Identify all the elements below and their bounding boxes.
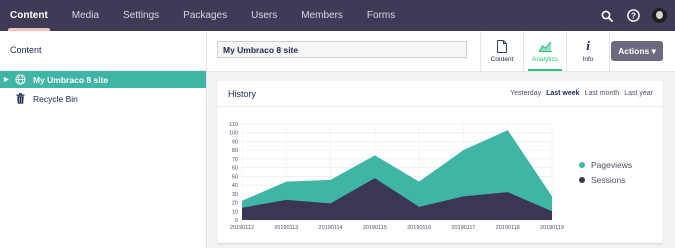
nav-content[interactable]: Content — [8, 0, 50, 31]
chart-legend: Pageviews Sessions — [579, 157, 632, 187]
x-tick-label: 20190115 — [363, 225, 387, 231]
range-last-week[interactable]: Last week — [546, 90, 579, 97]
tree-item-recycle-bin[interactable]: Recycle Bin — [0, 90, 206, 107]
node-name-input[interactable]: My Umbraco 8 site — [217, 41, 467, 58]
tree-item-label: Recycle Bin — [33, 93, 78, 104]
document-icon — [497, 39, 507, 53]
y-tick-label: 20 — [232, 201, 238, 207]
globe-icon — [14, 74, 26, 86]
trash-icon — [14, 93, 26, 105]
nav-settings[interactable]: Settings — [123, 0, 159, 31]
editor-header: My Umbraco 8 site Content Analytics i In… — [207, 31, 675, 72]
nav-members[interactable]: Members — [301, 0, 343, 31]
top-icons: ? — [600, 0, 667, 31]
range-yesterday[interactable]: Yesterday — [510, 90, 541, 97]
app-info[interactable]: i Info — [566, 31, 610, 71]
range-last-year[interactable]: Last year — [624, 90, 653, 97]
tree-item-site[interactable]: ▶ My Umbraco 8 site — [0, 71, 206, 88]
y-tick-label: 0 — [235, 218, 238, 224]
help-icon[interactable]: ? — [626, 9, 640, 23]
app-label: Content — [490, 56, 514, 63]
nav-media[interactable]: Media — [72, 0, 99, 31]
info-icon: i — [586, 38, 590, 53]
app-analytics[interactable]: Analytics — [523, 31, 566, 71]
svg-text:?: ? — [631, 11, 636, 20]
range-last-month[interactable]: Last month — [585, 90, 620, 97]
y-tick-label: 60 — [232, 166, 238, 172]
sidebar: Content ▶ My Umbraco 8 site Recycle Bin — [0, 31, 207, 248]
card-title: History — [228, 89, 257, 99]
caret-right-icon[interactable]: ▶ — [4, 76, 9, 83]
nav-users[interactable]: Users — [251, 0, 277, 31]
legend-label: Sessions — [591, 174, 626, 185]
x-tick-label: 20190116 — [407, 225, 431, 231]
y-tick-label: 70 — [232, 157, 238, 163]
y-tick-label: 50 — [232, 174, 238, 180]
y-tick-label: 90 — [232, 139, 238, 145]
section-nav: Content Media Settings Packages Users Members… — [0, 0, 419, 31]
x-tick-label: 20190113 — [274, 225, 298, 231]
y-tick-label: 40 — [232, 183, 238, 189]
nav-forms[interactable]: Forms — [367, 0, 395, 31]
legend-dot — [579, 161, 585, 168]
legend-dot — [579, 176, 585, 183]
top-navigation-bar: Content Media Settings Packages Users Members… — [0, 0, 675, 31]
x-tick-label: 20190112 — [230, 225, 254, 231]
y-tick-label: 30 — [232, 192, 238, 198]
x-tick-label: 20190118 — [496, 225, 520, 231]
nav-packages[interactable]: Packages — [183, 0, 227, 31]
actions-button[interactable]: Actions ▾ — [611, 41, 663, 61]
x-tick-label: 20190119 — [540, 225, 564, 231]
chart-icon — [538, 39, 552, 53]
sidebar-title: Content — [10, 45, 42, 55]
y-tick-label: 110 — [229, 122, 238, 128]
legend-item-pageviews[interactable]: Pageviews — [579, 157, 632, 172]
content-apps: Content Analytics i Info — [480, 31, 610, 71]
date-range-selector: Yesterday Last week Last month Last year — [510, 90, 653, 97]
tree-item-label: My Umbraco 8 site — [33, 74, 109, 85]
search-icon[interactable] — [600, 9, 614, 23]
y-tick-label: 100 — [229, 131, 238, 137]
y-tick-label: 10 — [232, 209, 238, 215]
legend-label: Pageviews — [591, 159, 633, 170]
legend-item-sessions[interactable]: Sessions — [579, 172, 632, 187]
avatar[interactable] — [652, 8, 667, 23]
x-tick-label: 20190114 — [319, 225, 343, 231]
app-label: Info — [582, 56, 594, 63]
app-label: Analytics — [531, 56, 558, 63]
y-tick-label: 80 — [232, 148, 238, 154]
x-tick-label: 20190117 — [451, 225, 475, 231]
app-content[interactable]: Content — [480, 31, 523, 71]
